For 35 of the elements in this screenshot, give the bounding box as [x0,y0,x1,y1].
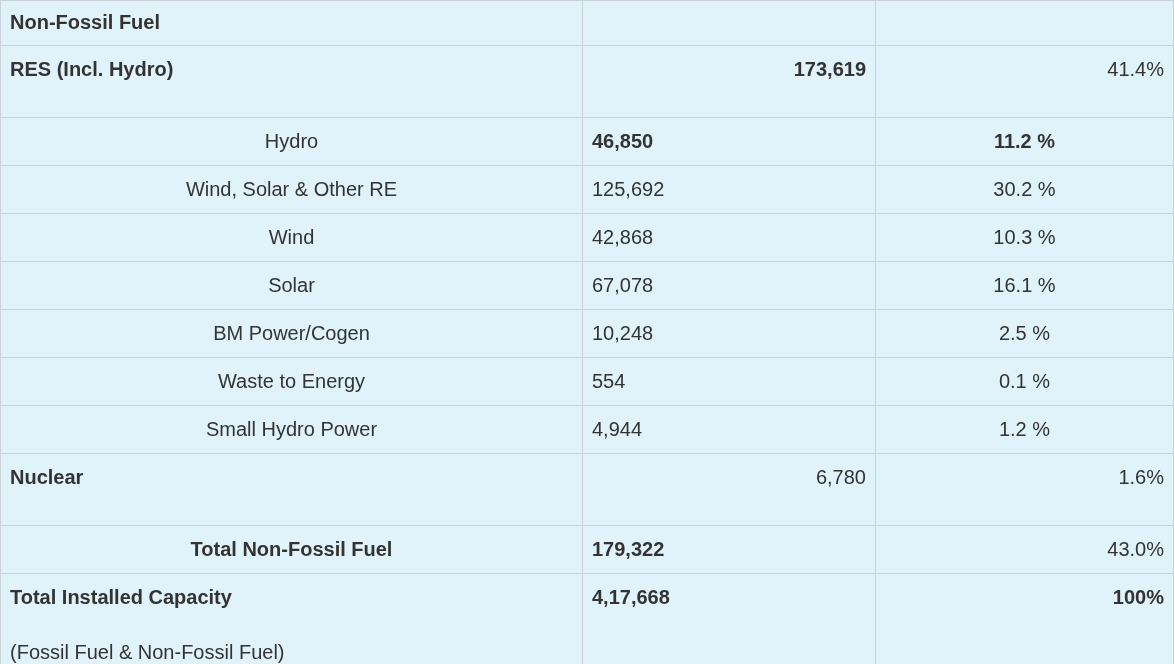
row-label: BM Power/Cogen [213,321,370,345]
row-label: Wind, Solar & Other RE [185,177,398,201]
table-cell: 554 [592,369,626,393]
table-cell: 46,850 [592,129,654,153]
row-label: Total Installed Capacity [10,585,232,609]
table-cell: 125,692 [592,177,665,201]
table-cell: 11.2 % [993,129,1056,153]
table-cell: 1.2 % [998,417,1051,441]
row-label: Total Non-Fossil Fuel [190,537,393,561]
table-cell: 10,248 [592,321,654,345]
table-cell: 4,944 [592,417,643,441]
row-label: Hydro [264,129,319,153]
row-label: Small Hydro Power [205,417,378,441]
table-cell: 179,322 [592,537,665,561]
table-cell: 10.3 % [993,225,1056,249]
footnote-text: (Fossil Fuel & Non-Fossil Fuel) [10,640,286,664]
table-cell: 42,868 [592,225,654,249]
table-cell: 4,17,668 [592,585,670,609]
table-cell: 41.4% [1107,57,1164,81]
table-cell: 67,078 [592,273,654,297]
row-label: Nuclear [10,465,84,489]
row-label: RES (Incl. Hydro) [10,57,174,81]
table-cell: 1.6% [1118,465,1164,489]
table-cell: 6,780 [815,465,866,489]
table-cell: 173,619 [793,57,866,81]
row-label: Solar [268,273,315,297]
table-cell: 16.1 % [993,273,1056,297]
row-label: Waste to Energy [217,369,366,393]
row-label: Wind [268,225,315,249]
table-cell: 43.0% [1107,537,1164,561]
table-cell: 0.1 % [998,369,1051,393]
table-cell: 100% [1112,585,1164,609]
row-label: Non-Fossil Fuel [10,10,160,34]
table-cell: 2.5 % [998,321,1051,345]
table-cell: 30.2 % [993,177,1056,201]
